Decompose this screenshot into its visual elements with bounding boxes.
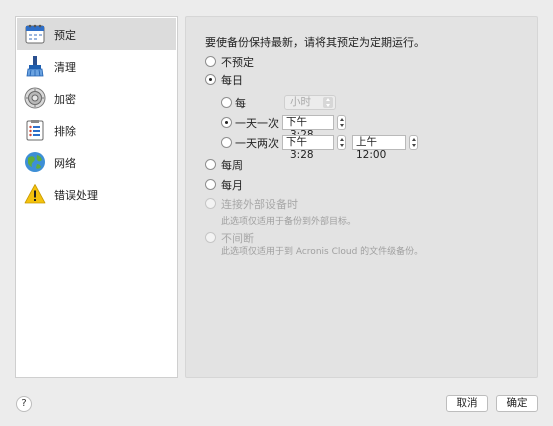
globe-icon <box>23 150 47 174</box>
calendar-icon <box>23 22 47 46</box>
radio-on-connect-label: 连接外部设备时 <box>221 198 298 211</box>
radio-on-connect[interactable] <box>205 198 216 209</box>
sidebar-item-label: 加密 <box>54 93 76 106</box>
sidebar-item-error-handling[interactable]: 错误处理 <box>17 178 176 210</box>
radio-weekly-label: 每周 <box>221 159 243 172</box>
continuous-note: 此选项仅适用于到 Acronis Cloud 的文件级备份。 <box>221 247 424 257</box>
twice-time2-stepper[interactable] <box>409 135 418 150</box>
sidebar-item-label: 清理 <box>54 61 76 74</box>
sidebar-item-encryption[interactable]: 加密 <box>17 82 176 114</box>
sidebar-item-schedule[interactable]: 预定 <box>17 18 176 50</box>
twice-time1-value: 3:28 <box>290 149 314 161</box>
help-button[interactable]: ? <box>16 396 32 412</box>
once-time-stepper[interactable] <box>337 115 346 130</box>
sidebar: 预定 清理 加密 排除 网络 错误处理 <box>15 16 178 378</box>
sidebar-item-label: 预定 <box>54 29 76 42</box>
ok-button[interactable]: 确定 <box>496 395 538 412</box>
hours-select[interactable]: 小时 <box>284 95 336 110</box>
radio-twice-a-day[interactable] <box>221 137 232 148</box>
radio-continuous[interactable] <box>205 232 216 243</box>
page-title: 要使备份保持最新，请将其预定为定期运行。 <box>205 36 425 49</box>
radio-every[interactable] <box>221 97 232 108</box>
radio-once-a-day[interactable] <box>221 117 232 128</box>
warning-icon <box>23 182 47 206</box>
sidebar-item-exclusions[interactable]: 排除 <box>17 114 176 146</box>
vault-icon <box>23 86 47 110</box>
twice-time2-value: 上午12:00 <box>356 136 387 161</box>
radio-twice-a-day-label: 一天两次 <box>235 137 279 150</box>
twice-time1-stepper[interactable] <box>337 135 346 150</box>
twice-time1-ampm: 下午 <box>286 136 307 148</box>
sidebar-item-label: 错误处理 <box>54 189 98 202</box>
hours-select-value: 小时 <box>290 96 311 108</box>
sidebar-item-network[interactable]: 网络 <box>17 146 176 178</box>
sidebar-item-label: 网络 <box>54 157 76 170</box>
radio-daily[interactable] <box>205 74 216 85</box>
twice-time1-field[interactable]: 下午 3:28 <box>282 135 334 161</box>
radio-monthly-label: 每月 <box>221 179 243 192</box>
cancel-button[interactable]: 取消 <box>446 395 488 412</box>
radio-no-schedule[interactable] <box>205 56 216 67</box>
chevron-updown-icon <box>323 97 333 108</box>
radio-once-a-day-label: 一天一次 <box>235 117 279 130</box>
schedule-panel: 要使备份保持最新，请将其预定为定期运行。 不预定 每日 每 小时 一天一次 下午… <box>185 16 538 378</box>
radio-weekly[interactable] <box>205 159 216 170</box>
radio-no-schedule-label: 不预定 <box>221 56 254 69</box>
once-time-ampm: 下午 <box>286 116 307 128</box>
sidebar-item-label: 排除 <box>54 125 76 138</box>
twice-time2-field[interactable]: 上午12:00 <box>352 135 406 161</box>
radio-daily-label: 每日 <box>221 74 243 87</box>
radio-monthly[interactable] <box>205 179 216 190</box>
broom-icon <box>23 54 47 78</box>
radio-every-label: 每 <box>235 97 246 110</box>
list-icon <box>23 118 47 142</box>
on-connect-note: 此选项仅适用于备份到外部目标。 <box>221 217 357 227</box>
once-time-field[interactable]: 下午 3:28 <box>282 115 334 141</box>
sidebar-item-cleanup[interactable]: 清理 <box>17 50 176 82</box>
